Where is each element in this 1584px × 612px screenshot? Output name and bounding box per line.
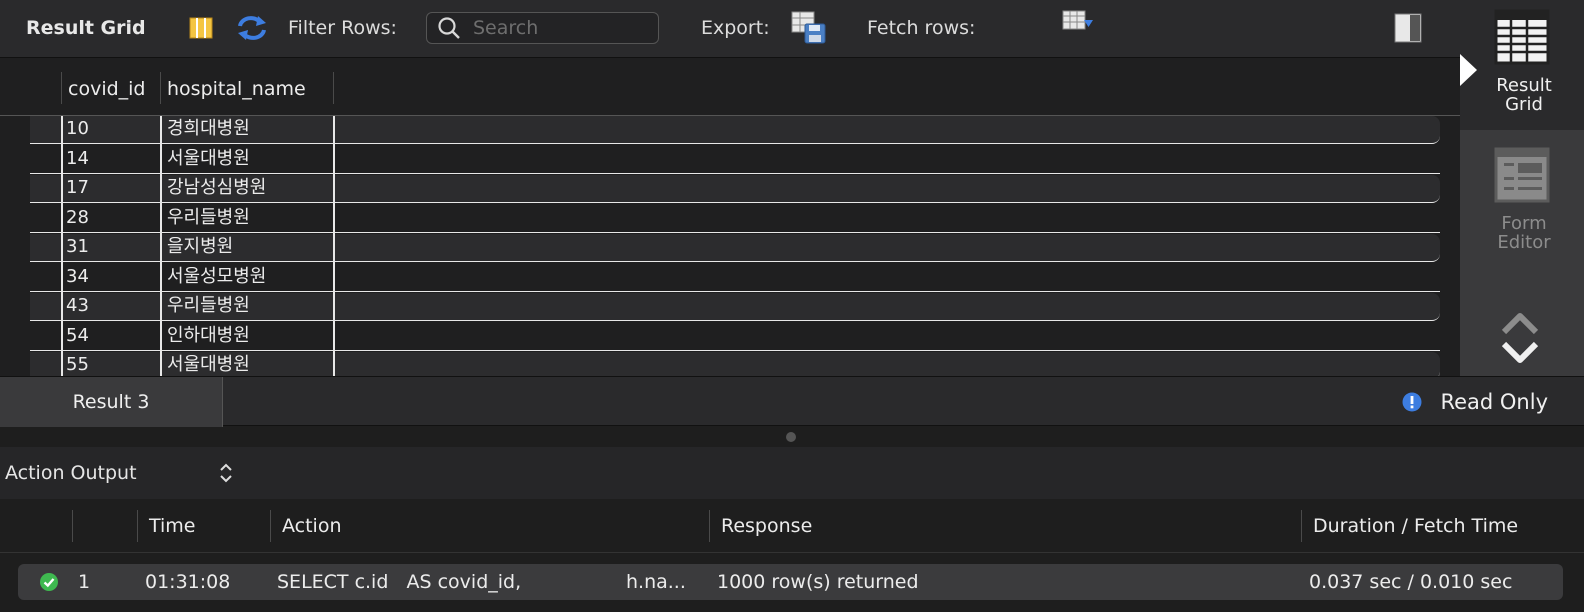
output-time: 01:31:08: [145, 571, 231, 593]
result-grid-area: Result Grid Filter Rows: Ex: [0, 0, 1460, 376]
grid-body: 10 경희대병원 14 서울대병원 17 강남성심병원 28 우리들병원 31 …: [0, 116, 1460, 376]
toggle-panel-icon[interactable]: [1394, 0, 1422, 56]
column-separator: [160, 72, 161, 104]
cell-hospital-name[interactable]: 인하대병원: [167, 323, 250, 351]
cell-covid-id[interactable]: 28: [66, 205, 89, 233]
output-duration: 0.037 sec / 0.010 sec: [1309, 571, 1513, 593]
fetch-rows-label: Fetch rows:: [867, 17, 976, 39]
column-header-time[interactable]: Time: [149, 499, 196, 553]
tab-result-3[interactable]: Result 3: [0, 377, 223, 427]
output-table-header: Time Action Response Duration / Fetch Ti…: [0, 499, 1584, 553]
column-separator: [61, 72, 62, 104]
search-icon: [438, 17, 460, 39]
cell-hospital-name[interactable]: 서울대병원: [167, 146, 250, 174]
result-grid-view-button[interactable]: Result Grid: [1460, 0, 1584, 130]
export-label: Export:: [701, 17, 770, 39]
column-separator: [137, 510, 138, 542]
table-row[interactable]: 28 우리들병원: [30, 205, 1440, 233]
column-header-covid-id[interactable]: covid_id: [68, 74, 146, 104]
form-editor-icon: [1494, 147, 1550, 203]
cell-hospital-name[interactable]: 서울성모병원: [167, 264, 266, 292]
output-index: 1: [78, 571, 91, 593]
grid-column-line: [61, 116, 63, 376]
cell-hospital-name[interactable]: 강남성심병원: [167, 175, 266, 203]
form-editor-label-line2: Editor: [1497, 232, 1551, 253]
read-only-label: Read Only: [1440, 390, 1548, 414]
column-separator: [1301, 510, 1302, 542]
cell-covid-id[interactable]: 34: [66, 264, 89, 292]
form-editor-label-line1: Form: [1501, 213, 1547, 234]
read-only-indicator[interactable]: Read Only: [1402, 377, 1548, 427]
output-row[interactable]: 1 01:31:08 SELECT c.id AS covid_id, h.na…: [18, 564, 1563, 600]
splitter-handle-icon[interactable]: [786, 432, 796, 442]
column-header-hospital-name[interactable]: hospital_name: [167, 74, 306, 104]
cell-covid-id[interactable]: 55: [66, 352, 89, 376]
cell-hospital-name[interactable]: 을지병원: [167, 234, 233, 262]
result-grid-label-line2: Grid: [1505, 94, 1543, 115]
table-row[interactable]: 17 강남성심병원: [30, 175, 1440, 203]
table-row[interactable]: 34 서울성모병원: [30, 264, 1440, 292]
result-grid-icon: [1494, 9, 1550, 65]
filter-rows-label: Filter Rows:: [288, 17, 397, 39]
result-tabs-bar: Result 3 Read Only: [0, 376, 1584, 427]
info-shield-icon: [1402, 392, 1422, 412]
column-header-response[interactable]: Response: [721, 499, 812, 553]
table-row[interactable]: 55 서울대병원: [30, 352, 1440, 376]
result-grid-label-line1: Result: [1496, 75, 1552, 96]
table-row[interactable]: 31 을지병원: [30, 234, 1440, 262]
output-action-tail: h.na...: [626, 571, 686, 593]
column-header-duration[interactable]: Duration / Fetch Time: [1313, 499, 1518, 553]
action-output-selector[interactable]: Action Output: [5, 447, 137, 499]
export-icon[interactable]: [791, 0, 827, 56]
form-editor-label: Form Editor: [1462, 214, 1584, 252]
fetch-rows-icon[interactable]: [1062, 0, 1094, 50]
scroll-up-down-icon[interactable]: [1498, 306, 1542, 368]
search-input[interactable]: [473, 17, 643, 39]
table-row[interactable]: 10 경희대병원: [30, 116, 1440, 144]
pane-splitter[interactable]: [0, 427, 1584, 447]
table-row[interactable]: 14 서울대병원: [30, 146, 1440, 174]
view-switcher-panel: Result Grid Form Editor: [1460, 0, 1584, 376]
check-circle-icon: [40, 573, 58, 591]
cell-hospital-name[interactable]: 서울대병원: [167, 352, 250, 376]
output-action: SELECT c.id AS covid_id,: [277, 571, 522, 593]
cell-covid-id[interactable]: 43: [66, 293, 89, 321]
cell-covid-id[interactable]: 14: [66, 146, 89, 174]
cell-hospital-name[interactable]: 우리들병원: [167, 293, 250, 321]
result-grid-label: Result Grid: [1462, 76, 1584, 114]
chevron-updown-icon[interactable]: [218, 461, 234, 485]
refresh-icon[interactable]: [236, 0, 268, 56]
grid-column-line: [160, 116, 162, 376]
grid-column-line: [333, 116, 335, 376]
grid-layout-icon[interactable]: [189, 0, 213, 56]
column-separator: [333, 72, 334, 104]
cell-covid-id[interactable]: 54: [66, 323, 89, 351]
column-separator: [709, 510, 710, 542]
result-grid-title: Result Grid: [26, 17, 146, 39]
cell-hospital-name[interactable]: 우리들병원: [167, 205, 250, 233]
table-row[interactable]: 43 우리들병원: [30, 293, 1440, 321]
cell-hospital-name[interactable]: 경희대병원: [167, 116, 250, 144]
cell-covid-id[interactable]: 10: [66, 116, 89, 144]
grid-header: covid_id hospital_name: [0, 60, 1460, 116]
result-toolbar: Result Grid Filter Rows: Ex: [0, 0, 1460, 58]
cell-covid-id[interactable]: 31: [66, 234, 89, 262]
column-separator: [270, 510, 271, 542]
action-output-header: Action Output: [0, 447, 1584, 499]
action-output-label: Action Output: [5, 462, 137, 484]
filter-search-field[interactable]: [426, 12, 659, 44]
output-response: 1000 row(s) returned: [717, 571, 919, 593]
table-row[interactable]: 54 인하대병원: [30, 323, 1440, 351]
cell-covid-id[interactable]: 17: [66, 175, 89, 203]
column-separator: [72, 510, 73, 542]
column-header-action[interactable]: Action: [282, 499, 342, 553]
